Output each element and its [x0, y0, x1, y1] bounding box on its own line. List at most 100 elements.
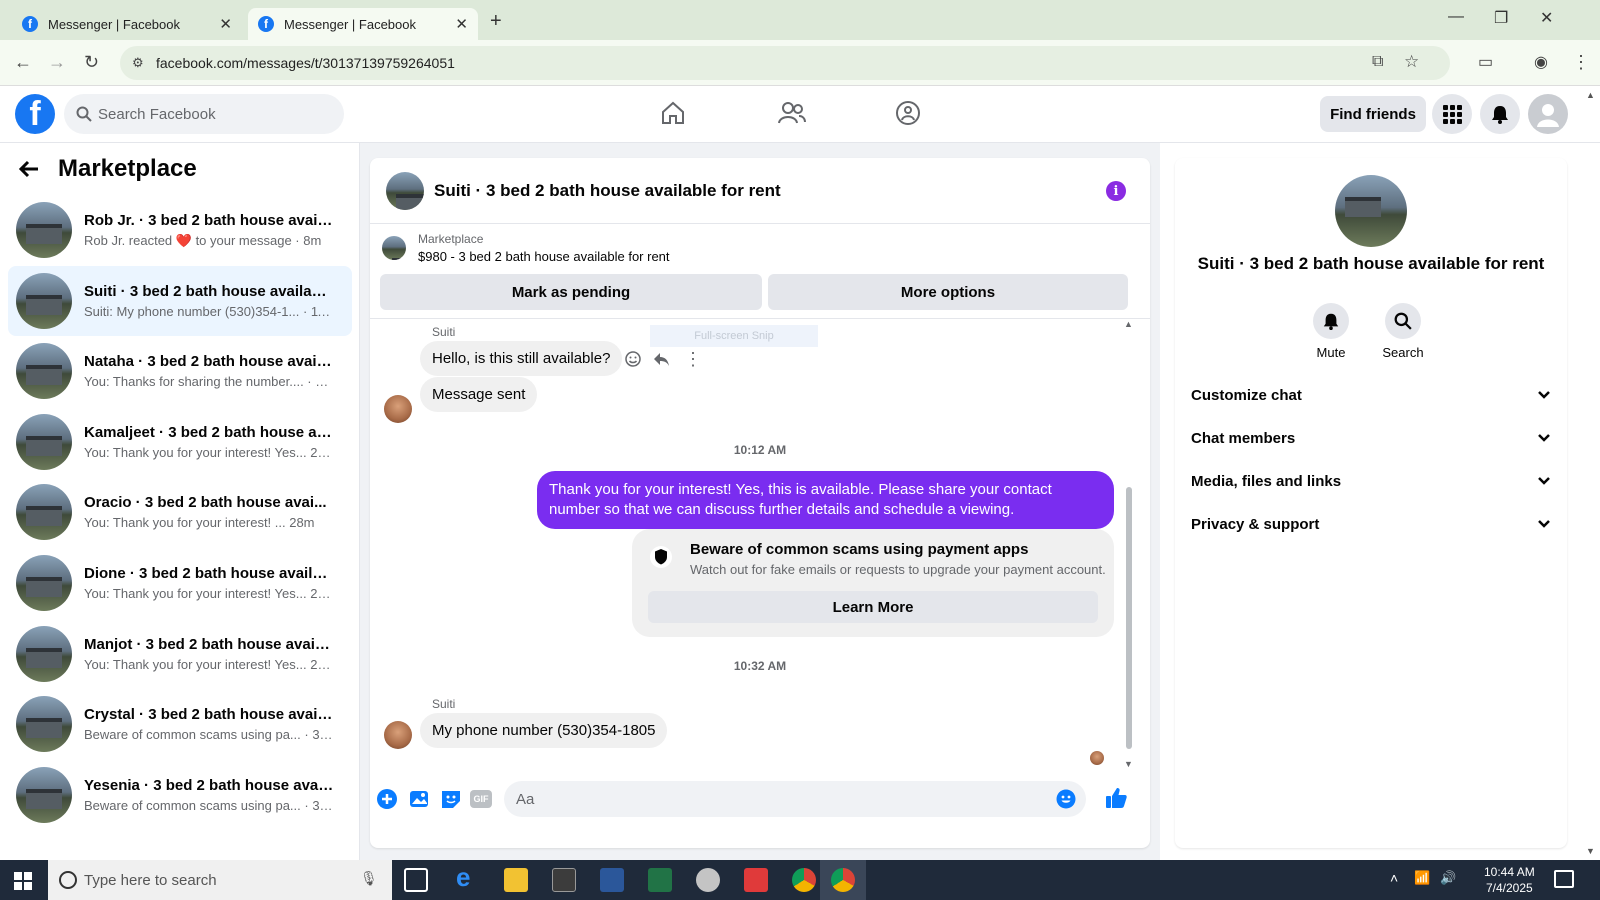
back-icon[interactable]: ←: [14, 52, 32, 73]
timestamp: 10:32 AM: [733, 659, 787, 673]
search-conversation-button[interactable]: Search: [1368, 303, 1438, 360]
scrollbar-thumb[interactable]: [1126, 487, 1132, 749]
scam-warning-card: Beware of common scams using payment app…: [632, 529, 1114, 637]
message-bubble[interactable]: My phone number (530)354-1805: [420, 713, 668, 748]
sticker-icon[interactable]: [440, 788, 462, 810]
microsoft-store-icon[interactable]: [552, 868, 576, 892]
marketplace-header: Marketplace: [18, 155, 197, 183]
address-bar[interactable]: ⚙ facebook.com/messages/t/30137139759264…: [120, 46, 1450, 80]
account-avatar[interactable]: [1528, 94, 1568, 134]
conversation-avatar: [16, 696, 72, 753]
volume-icon[interactable]: 🔊: [1440, 870, 1456, 886]
chat-title[interactable]: Suiti · 3 bed 2 bath house available for…: [434, 181, 781, 201]
mute-button[interactable]: Mute: [1296, 303, 1366, 360]
task-view-icon[interactable]: [404, 868, 428, 892]
mark-as-pending-button[interactable]: Mark as pending: [380, 274, 762, 310]
more-actions-icon[interactable]: ⋮: [684, 349, 702, 370]
install-app-icon[interactable]: ⧉: [1372, 53, 1383, 71]
excel-icon[interactable]: [648, 868, 672, 892]
conversation-item[interactable]: Suiti · 3 bed 2 bath house availabl... Su…: [8, 265, 352, 336]
emoji-icon[interactable]: [1056, 789, 1076, 809]
conversation-item[interactable]: Yesenia · 3 bed 2 bath house avail... Bew…: [8, 760, 352, 830]
message-bubble[interactable]: Message sent: [420, 377, 538, 412]
friends-icon[interactable]: [778, 100, 806, 126]
react-emoji-icon[interactable]: [624, 350, 642, 368]
details-title: Suiti · 3 bed 2 bath house available for…: [1197, 254, 1545, 273]
chrome-icon[interactable]: [792, 868, 816, 892]
facebook-search-input[interactable]: Search Facebook: [64, 94, 344, 134]
my-message-bubble[interactable]: Thank you for your interest! Yes, this i…: [537, 471, 1114, 529]
windows-start-icon[interactable]: [14, 872, 32, 890]
menu-grid-icon[interactable]: [1432, 94, 1472, 134]
chevron-down-icon: [1538, 477, 1550, 485]
close-tab-icon[interactable]: ✕: [219, 15, 232, 33]
edge-browser-icon[interactable]: e: [456, 862, 480, 892]
thumbs-up-icon[interactable]: [1104, 786, 1128, 810]
chrome-active-taskbar-item[interactable]: [820, 860, 866, 900]
conversation-item[interactable]: Rob Jr. · 3 bed 2 bath house availa... Ro…: [8, 195, 352, 265]
conversation-item[interactable]: Nataha · 3 bed 2 bath house availa... You…: [8, 336, 352, 406]
learn-more-button[interactable]: Learn More: [648, 591, 1098, 623]
chat-members-row[interactable]: Chat members: [1191, 420, 1551, 456]
more-options-button[interactable]: More options: [768, 274, 1128, 310]
scroll-up-icon[interactable]: ▲: [1124, 319, 1133, 329]
conversation-item[interactable]: Manjot · 3 bed 2 bath house availa... You…: [8, 619, 352, 689]
browser-tab[interactable]: f Messenger | Facebook ✕: [12, 8, 242, 40]
customize-chat-row[interactable]: Customize chat: [1191, 377, 1551, 413]
cast-icon[interactable]: ▭: [1478, 52, 1493, 72]
menu-icon[interactable]: ⋮: [1572, 52, 1590, 73]
notifications-bell-icon[interactable]: [1480, 94, 1520, 134]
photo-icon[interactable]: [408, 788, 430, 810]
forward-icon[interactable]: →: [48, 52, 66, 73]
info-icon[interactable]: i: [1106, 181, 1126, 201]
conversation-item[interactable]: Dione · 3 bed 2 bath house availab... You…: [8, 548, 352, 618]
section-label: Customize chat: [1191, 386, 1302, 404]
microphone-icon[interactable]: 🎙: [360, 870, 378, 887]
conversation-item[interactable]: Oracio · 3 bed 2 bath house avai... You: …: [8, 477, 352, 547]
close-tab-icon[interactable]: ✕: [455, 15, 468, 33]
maximize-icon[interactable]: ❐: [1494, 8, 1508, 28]
media-files-links-row[interactable]: Media, files and links: [1191, 463, 1551, 499]
word-icon[interactable]: [600, 868, 624, 892]
reload-icon[interactable]: ↻: [84, 52, 99, 73]
conversation-preview: Rob Jr. reacted ❤️ to your message · 8m: [84, 232, 322, 248]
gif-icon[interactable]: GIF: [470, 790, 492, 808]
scroll-down-icon[interactable]: ▼: [1124, 759, 1133, 769]
file-explorer-icon[interactable]: [504, 868, 528, 892]
privacy-support-row[interactable]: Privacy & support: [1191, 506, 1551, 542]
conversation-item[interactable]: Kamaljeet · 3 bed 2 bath house av... You:…: [8, 407, 352, 477]
message-bubble[interactable]: Hello, is this still available?: [420, 341, 623, 376]
bookmark-star-icon[interactable]: ☆: [1404, 52, 1419, 72]
network-icon[interactable]: 📶: [1414, 870, 1430, 886]
message-input[interactable]: Aa: [504, 781, 1086, 817]
find-friends-button[interactable]: Find friends: [1320, 96, 1426, 132]
notification-center-icon[interactable]: [1554, 870, 1574, 888]
minimize-icon[interactable]: —: [1448, 8, 1464, 26]
reply-icon[interactable]: [652, 350, 670, 368]
facebook-logo-icon[interactable]: f: [15, 94, 55, 134]
app-icon[interactable]: [696, 868, 720, 892]
add-plus-icon[interactable]: [376, 788, 398, 810]
close-window-icon[interactable]: ✕: [1540, 8, 1553, 28]
new-tab-icon[interactable]: +: [490, 10, 502, 33]
chat-avatar[interactable]: [386, 171, 424, 210]
page-scroll-up-icon[interactable]: ▲: [1586, 90, 1595, 100]
profile-icon[interactable]: ◉: [1534, 52, 1548, 72]
conversation-item[interactable]: Crystal · 3 bed 2 bath house availa... Be…: [8, 689, 352, 759]
conversation-name: Manjot · 3 bed 2 bath house availa...: [84, 635, 334, 653]
conversation-preview: Suiti: My phone number (530)354-1... · 1…: [84, 303, 334, 319]
conversation-avatar: [16, 343, 72, 400]
back-arrow-icon[interactable]: [18, 158, 40, 180]
marketplace-listing[interactable]: Marketplace $980 - 3 bed 2 bath house av…: [382, 232, 670, 264]
taskbar-search-input[interactable]: Type here to search 🎙: [48, 860, 392, 900]
page-scroll-down-icon[interactable]: ▼: [1586, 846, 1595, 856]
browser-tab-active[interactable]: f Messenger | Facebook ✕: [248, 8, 478, 40]
anydesk-icon[interactable]: [744, 868, 768, 892]
home-icon[interactable]: [660, 100, 686, 126]
show-hidden-icons-icon[interactable]: ˄: [1390, 870, 1398, 886]
conversation-avatar[interactable]: [1335, 175, 1407, 247]
conversation-text: Oracio · 3 bed 2 bath house avai... You: …: [84, 494, 334, 530]
site-info-icon[interactable]: ⚙: [132, 55, 144, 71]
groups-icon[interactable]: [895, 100, 921, 126]
taskbar-clock[interactable]: 10:44 AM 7/4/2025: [1484, 864, 1535, 896]
